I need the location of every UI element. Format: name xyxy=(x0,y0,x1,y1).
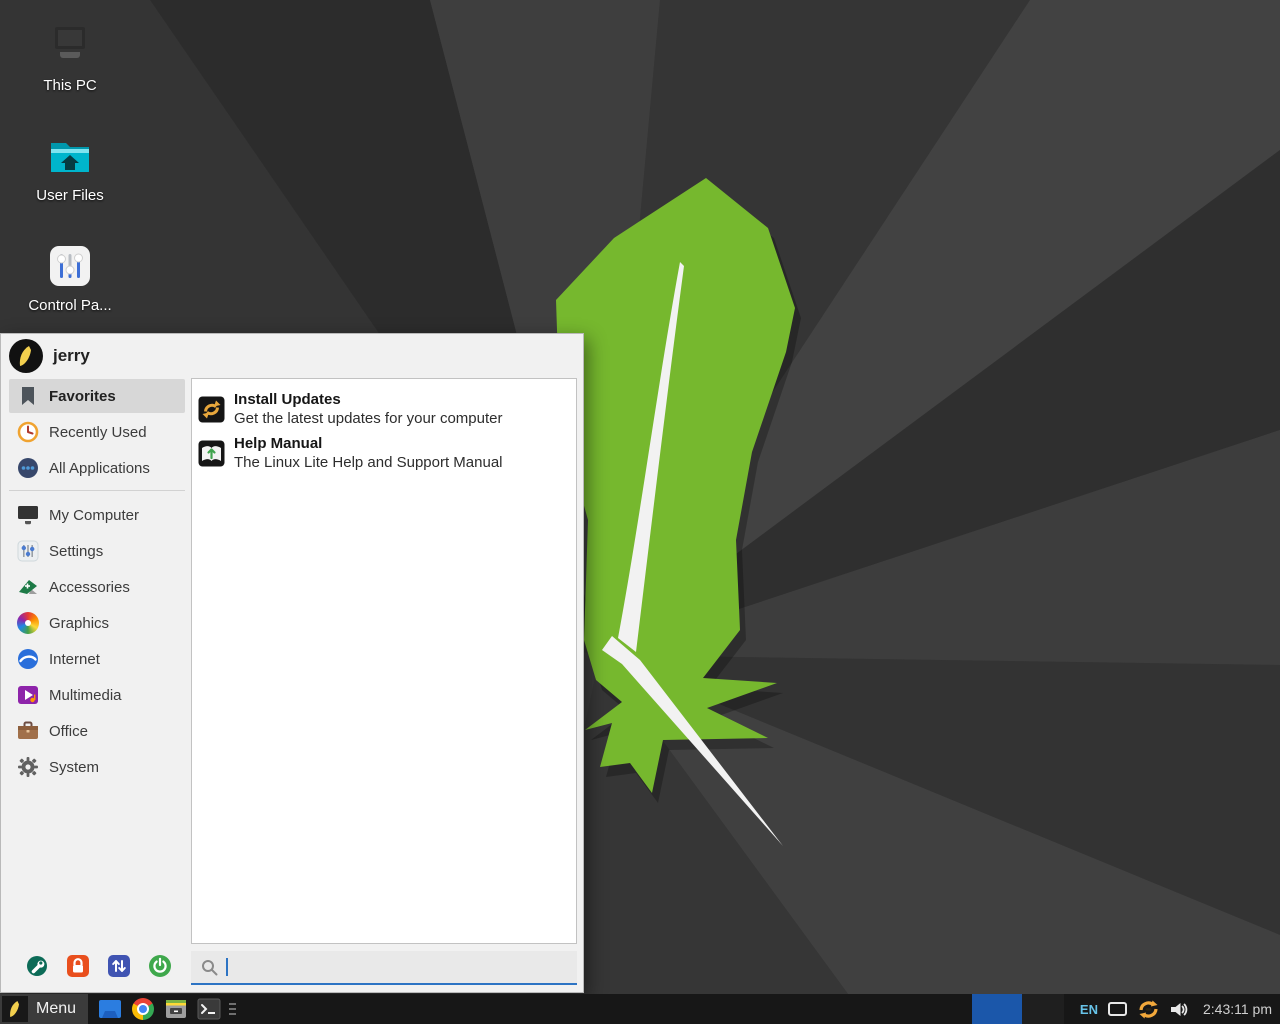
desktop-icon-label: User Files xyxy=(36,187,104,204)
sidebar-item-recently-used[interactable]: Recently Used xyxy=(9,415,185,449)
volume-icon[interactable] xyxy=(1170,1001,1189,1018)
settings-manager-button[interactable] xyxy=(25,954,49,978)
linux-lite-logo-icon xyxy=(2,996,28,1022)
desktop-icon-user-files[interactable]: User Files xyxy=(10,134,130,204)
menu-search-field[interactable] xyxy=(191,951,577,985)
bookmark-icon xyxy=(17,385,39,407)
lock-screen-button[interactable] xyxy=(66,954,90,978)
username: jerry xyxy=(53,346,90,366)
accessories-icon xyxy=(17,576,39,598)
sidebar-item-label: Favorites xyxy=(49,388,116,405)
sidebar-item-multimedia[interactable]: Multimedia xyxy=(9,678,185,712)
sidebar-item-label: My Computer xyxy=(49,507,139,524)
taskbar-tray: EN 2:43:11 pm xyxy=(972,994,1280,1024)
menu-apps-panel: Install Updates Get the latest updates f… xyxy=(191,378,577,944)
menu-sidebar: Favorites Recently Used All Applications xyxy=(9,379,185,786)
linux-lite-feather-icon xyxy=(16,345,36,367)
taskbar: Menu xyxy=(0,994,1280,1024)
menu-action-row xyxy=(25,954,172,978)
sidebar-item-label: Multimedia xyxy=(49,687,122,704)
sidebar-item-label: All Applications xyxy=(49,460,150,477)
sidebar-item-label: Recently Used xyxy=(49,424,147,441)
sidebar-item-office[interactable]: Office xyxy=(9,714,185,748)
text-caret xyxy=(226,958,228,976)
desktop-icon-this-pc[interactable]: This PC xyxy=(10,24,130,94)
graphics-icon xyxy=(17,612,39,634)
sidebar-item-graphics[interactable]: Graphics xyxy=(9,606,185,640)
workspace-pager xyxy=(972,994,1064,1024)
archive-manager-icon[interactable] xyxy=(164,997,188,1021)
desktop-icon-label: Control Pa... xyxy=(28,297,111,314)
briefcase-icon xyxy=(17,720,39,742)
gear-icon xyxy=(17,756,39,778)
clock[interactable]: 2:43:11 pm xyxy=(1203,1001,1272,1017)
display-settings-icon[interactable] xyxy=(1108,1002,1127,1016)
app-title: Help Manual xyxy=(234,434,503,453)
sidebar-item-label: Office xyxy=(49,723,88,740)
this-pc-icon xyxy=(46,24,94,68)
user-files-folder-icon xyxy=(47,134,93,178)
panel-handle[interactable] xyxy=(229,1003,236,1015)
install-updates-icon xyxy=(198,396,225,423)
whisker-menu: jerry Favorites Recently Used xyxy=(0,333,584,993)
clock-icon xyxy=(17,421,39,443)
control-panel-icon xyxy=(48,244,92,288)
search-icon xyxy=(201,959,218,976)
sidebar-item-label: Accessories xyxy=(49,579,130,596)
app-subtitle: The Linux Lite Help and Support Manual xyxy=(234,453,503,472)
sidebar-separator xyxy=(9,490,185,491)
sidebar-item-system[interactable]: System xyxy=(9,750,185,784)
sidebar-item-label: System xyxy=(49,759,99,776)
multimedia-icon xyxy=(17,684,39,706)
sidebar-item-label: Internet xyxy=(49,651,100,668)
all-apps-icon xyxy=(17,457,39,479)
sidebar-item-my-computer[interactable]: My Computer xyxy=(9,498,185,532)
sidebar-item-label: Settings xyxy=(49,543,103,560)
menu-header: jerry xyxy=(1,334,583,378)
sidebar-item-label: Graphics xyxy=(49,615,109,632)
sidebar-item-settings[interactable]: Settings xyxy=(9,534,185,568)
user-avatar[interactable] xyxy=(9,339,43,373)
file-manager-icon[interactable] xyxy=(98,997,122,1021)
computer-icon xyxy=(17,504,39,526)
internet-icon xyxy=(17,648,39,670)
app-item-install-updates[interactable]: Install Updates Get the latest updates f… xyxy=(198,387,570,431)
app-title: Install Updates xyxy=(234,390,502,409)
settings-sliders-icon xyxy=(17,540,39,562)
sidebar-item-internet[interactable]: Internet xyxy=(9,642,185,676)
desktop-icon-label: This PC xyxy=(43,77,96,94)
menu-button[interactable]: Menu xyxy=(0,994,88,1024)
desktop-icon-control-panel[interactable]: Control Pa... xyxy=(10,244,130,314)
help-manual-icon xyxy=(198,440,225,467)
sidebar-item-all-applications[interactable]: All Applications xyxy=(9,451,185,485)
quit-power-button[interactable] xyxy=(148,954,172,978)
app-item-help-manual[interactable]: Help Manual The Linux Lite Help and Supp… xyxy=(198,431,570,475)
sidebar-item-accessories[interactable]: Accessories xyxy=(9,570,185,604)
app-subtitle: Get the latest updates for your computer xyxy=(234,409,502,428)
terminal-icon[interactable] xyxy=(197,997,221,1021)
menu-button-label: Menu xyxy=(36,1000,76,1018)
sidebar-item-favorites[interactable]: Favorites xyxy=(9,379,185,413)
keyboard-layout-indicator[interactable]: EN xyxy=(1080,1002,1098,1017)
updates-available-tray-icon[interactable] xyxy=(1137,998,1160,1021)
workspace-1-active[interactable] xyxy=(972,994,1022,1024)
chrome-browser-icon[interactable] xyxy=(131,997,155,1021)
switch-user-button[interactable] xyxy=(107,954,131,978)
workspace-2[interactable] xyxy=(1022,994,1064,1024)
taskbar-launchers xyxy=(98,997,221,1021)
